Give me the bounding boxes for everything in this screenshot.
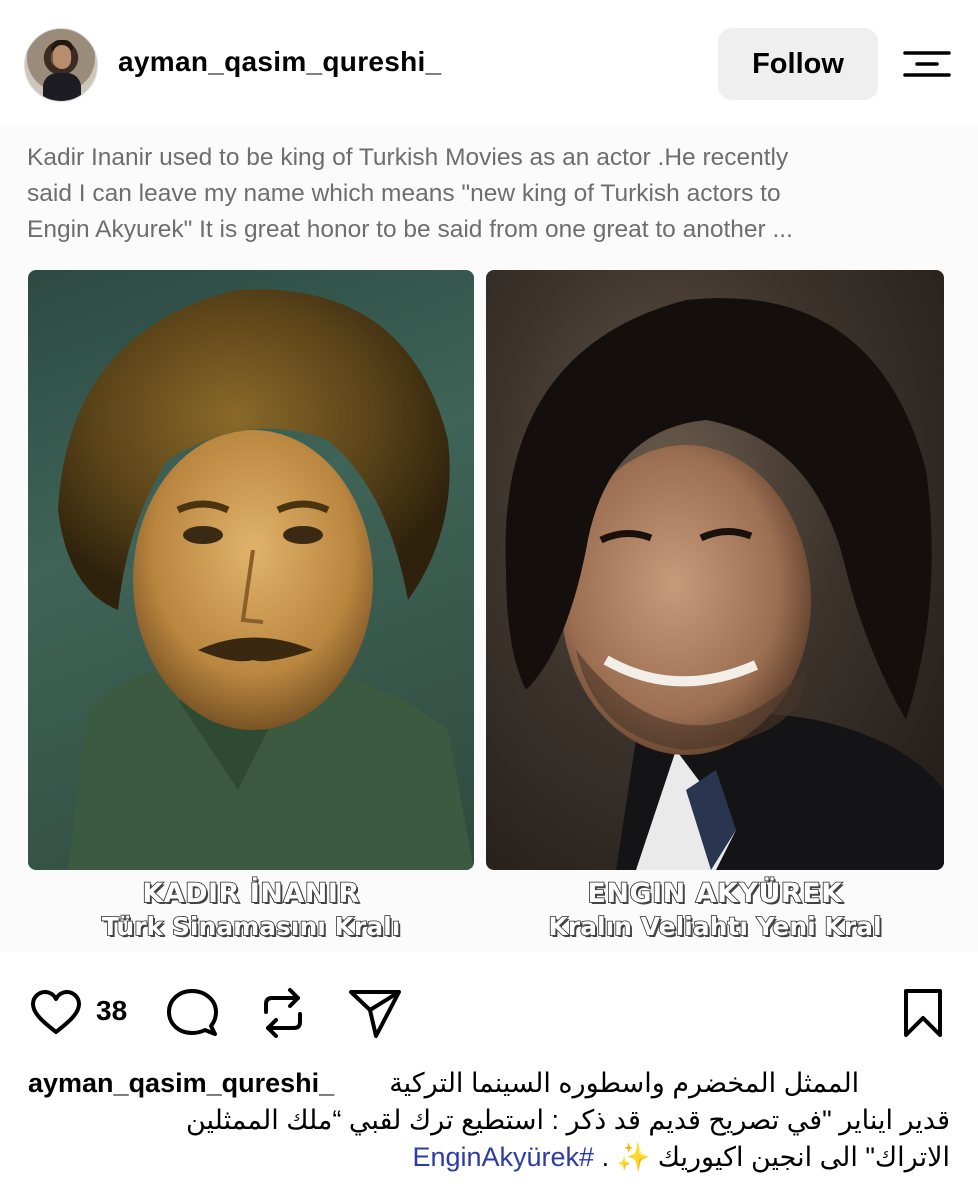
bookmark-icon[interactable] [902, 988, 944, 1038]
like-count[interactable]: 38 [96, 995, 127, 1027]
heart-icon[interactable] [30, 990, 82, 1036]
avatar[interactable] [24, 28, 98, 102]
caption-text-3: الاتراك" الى انجين اكيوريك ✨ . [601, 1142, 950, 1172]
post-image[interactable]: Kadir Inanir used to be king of Turkish … [0, 125, 978, 952]
left-portrait-photo [28, 270, 474, 870]
post-username[interactable]: ayman_qasim_qureshi_ [118, 46, 442, 78]
hashtag-link[interactable]: #EnginAkyürek [412, 1142, 594, 1172]
right-photo-caption: ENGIN AKYÜREK Kralın Veliahtı Yeni Kral [486, 877, 944, 943]
share-icon[interactable] [348, 988, 402, 1040]
right-photo-name: ENGIN AKYÜREK [587, 877, 843, 910]
caption-line-3: الاتراك" الى انجين اكيوريك ✨ . #EnginAky… [28, 1139, 950, 1175]
post-image-text-line: Engin Akyurek" It is great honor to be s… [27, 216, 793, 243]
left-portrait-illustration [58, 289, 474, 870]
left-photo-subtitle: Türk Sinamasını Kralı [101, 911, 401, 942]
post-header: ayman_qasim_qureshi_ Follow [0, 0, 978, 125]
post-actions: 38 [0, 952, 978, 1062]
right-portrait-illustration [505, 298, 944, 870]
right-photo-subtitle: Kralın Veliahtı Yeni Kral [548, 911, 883, 942]
caption-line-1: ayman_qasim_qureshi_ الممثل المخضرم واسط… [28, 1065, 950, 1101]
hamburger-menu-icon[interactable] [903, 49, 951, 79]
repost-icon[interactable] [260, 986, 306, 1040]
comment-icon[interactable] [166, 988, 218, 1038]
caption-line-2: قدير ايناير "في تصريح قديم قد ذكر : استط… [185, 1105, 950, 1135]
caption-text-1: الممثل المخضرم واسطوره السينما التركية [389, 1068, 860, 1098]
post-image-text: Kadir Inanir used to be king of Turkish … [27, 140, 957, 248]
left-photo-caption: KADIR İNANIR Türk Sinamasını Kralı [28, 877, 474, 943]
right-portrait-photo [486, 270, 944, 870]
post-image-text-line: Kadir Inanir used to be king of Turkish … [27, 144, 789, 171]
follow-button[interactable]: Follow [718, 28, 878, 100]
caption-username[interactable]: ayman_qasim_qureshi_ [28, 1068, 334, 1098]
post-image-text-line: said I can leave my name which means "ne… [27, 180, 781, 207]
left-photo-name: KADIR İNANIR [141, 877, 360, 910]
